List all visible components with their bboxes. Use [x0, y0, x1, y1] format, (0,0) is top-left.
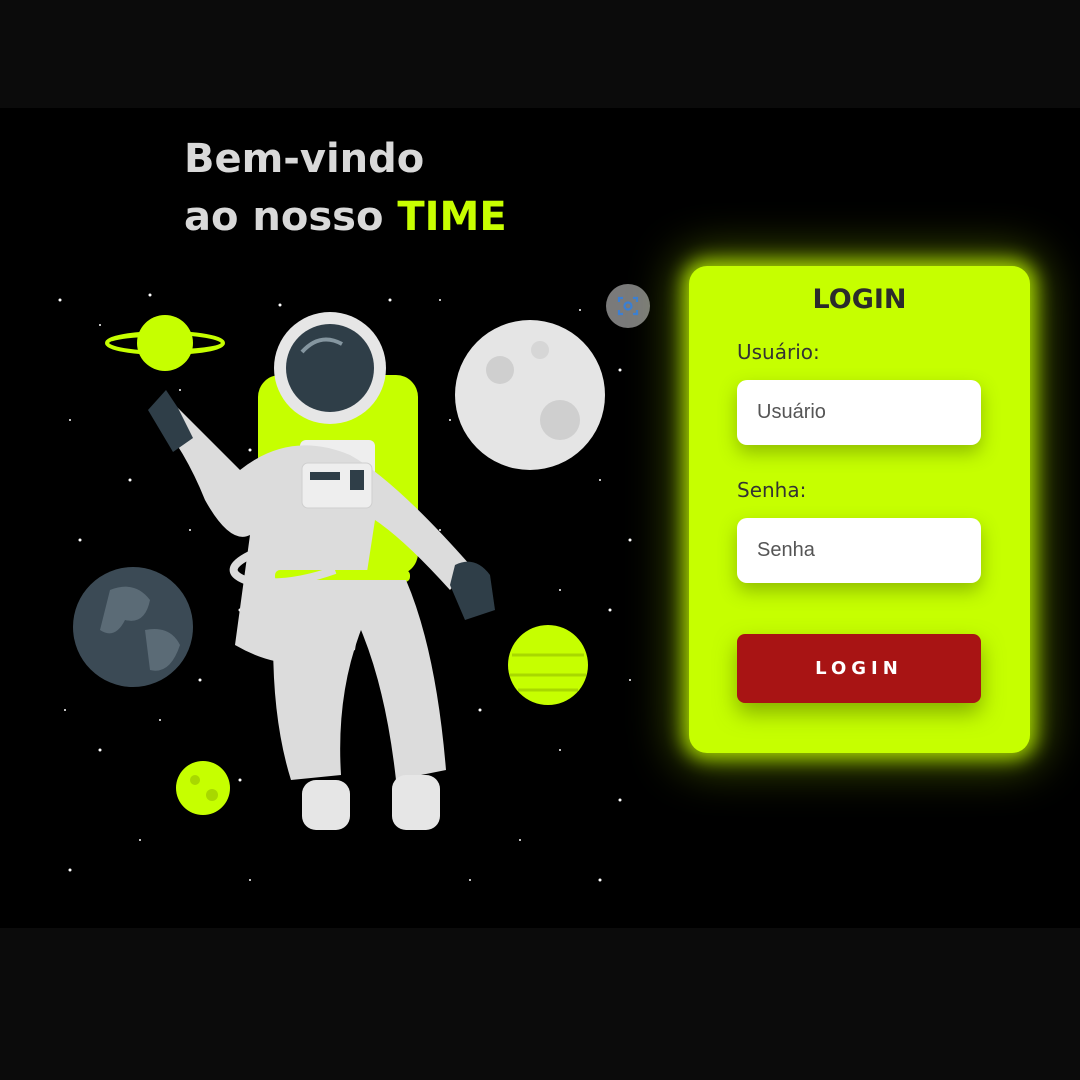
username-label: Usuário:	[737, 340, 820, 364]
moon	[455, 320, 605, 470]
astronaut-illustration	[58, 293, 632, 882]
welcome-accent-word: TIME	[397, 194, 507, 240]
image-search-icon	[617, 296, 639, 316]
earth-planet	[73, 567, 193, 687]
welcome-line-2-text: ao nosso	[184, 194, 398, 240]
green-planet-striped	[508, 625, 588, 705]
image-search-button[interactable]	[606, 284, 650, 328]
astronaut	[148, 312, 495, 830]
password-label: Senha:	[737, 478, 807, 502]
username-input[interactable]	[737, 380, 981, 445]
small-green-moon	[176, 761, 230, 815]
login-button[interactable]: LOGIN	[737, 634, 981, 703]
welcome-line-1: Bem-vindo	[184, 136, 425, 182]
password-input[interactable]	[737, 518, 981, 583]
login-title: LOGIN	[812, 284, 907, 315]
saturn-planet	[105, 315, 225, 371]
welcome-line-2: ao nosso TIME	[184, 188, 507, 246]
welcome-heading: Bem-vindo ao nosso TIME	[184, 130, 507, 246]
